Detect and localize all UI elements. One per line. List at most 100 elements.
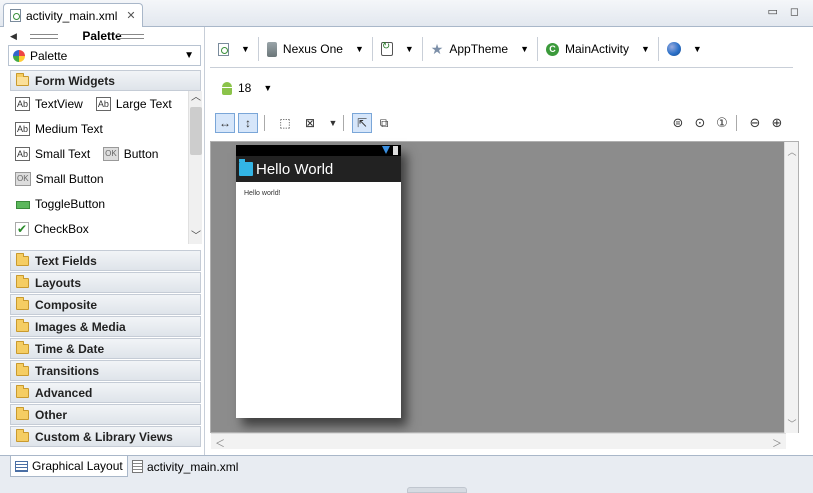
scroll-thumb[interactable] — [190, 107, 202, 155]
toolbar-separator — [736, 115, 737, 131]
battery-icon — [393, 146, 398, 155]
category-label: Transitions — [35, 363, 100, 378]
close-icon[interactable]: ✕ — [126, 9, 135, 22]
scroll-up-icon[interactable]: ︿ — [189, 91, 202, 105]
widget-medium-text[interactable]: Medium Text — [35, 122, 103, 136]
tab-label: Graphical Layout — [32, 459, 123, 473]
canvas-vertical-scrollbar[interactable]: ︿ ﹀ — [784, 142, 798, 433]
activity-chooser[interactable]: C MainActivity ▼ — [538, 37, 659, 61]
show-margins-icon[interactable]: ⬚ — [275, 113, 295, 133]
theme-chooser[interactable]: ★ AppTheme ▼ — [423, 37, 538, 61]
tab-graphical-layout[interactable]: Graphical Layout — [10, 456, 128, 477]
gravity-center-icon[interactable]: ⧉ — [374, 113, 394, 133]
widget-small-text[interactable]: Small Text — [35, 147, 90, 161]
api-level-chooser[interactable]: 18 ▼ — [210, 77, 272, 99]
api-level-label: 18 — [238, 81, 252, 95]
minimize-icon[interactable]: ▭ — [767, 5, 777, 18]
chevron-down-icon: ▼ — [241, 44, 250, 54]
widget-row: ✔ CheckBox — [10, 216, 202, 241]
category-time-date[interactable]: Time & Date — [10, 338, 201, 359]
palette-selector[interactable]: Palette ▼ — [8, 45, 201, 66]
category-composite[interactable]: Composite — [10, 294, 201, 315]
canvas-horizontal-scrollbar[interactable]: ＜ ＞ — [211, 433, 786, 450]
folder-icon — [16, 318, 29, 332]
distribute-weights-icon[interactable]: ⊠ — [300, 113, 320, 133]
action-bar[interactable]: Hello World — [236, 156, 401, 182]
zoom-real-size-icon[interactable]: ⊜ — [669, 114, 687, 132]
palette-header: ◀ Palette — [0, 27, 204, 45]
category-custom-library-views[interactable]: Custom & Library Views — [10, 426, 201, 447]
scroll-down-icon[interactable]: ﹀ — [785, 417, 799, 430]
layout-area: ▼ Nexus One ▼ ▼ ★ AppTheme ▼ C MainActiv… — [210, 27, 808, 455]
panel-resize-handle[interactable] — [407, 487, 467, 493]
zoom-100-icon[interactable]: ① — [713, 114, 731, 132]
activity-label: MainActivity — [564, 42, 629, 56]
configuration-toolbar: ▼ Nexus One ▼ ▼ ★ AppTheme ▼ C MainActiv… — [210, 35, 793, 63]
scroll-left-icon[interactable]: ＜ — [215, 435, 225, 450]
scroll-up-icon[interactable]: ︿ — [785, 145, 799, 158]
widget-row: OK Small Button — [10, 166, 202, 191]
phone-icon — [266, 41, 277, 57]
gravity-left-icon[interactable]: ⇱ — [352, 113, 372, 133]
toolbar-separator — [343, 115, 344, 131]
widget-checkbox[interactable]: CheckBox — [34, 222, 89, 236]
star-icon: ★ — [430, 40, 444, 57]
chevron-down-icon: ▼ — [404, 44, 414, 54]
category-text-fields[interactable]: Text Fields — [10, 250, 201, 271]
widget-large-text[interactable]: Large Text — [116, 97, 172, 111]
zoom-in-icon[interactable]: ⊕ — [768, 114, 786, 132]
orientation-chooser[interactable]: ▼ — [373, 37, 423, 61]
widget-row: ToggleButton — [10, 191, 202, 216]
chevron-down-icon[interactable]: ▼ — [323, 113, 343, 133]
category-transitions[interactable]: Transitions — [10, 360, 201, 381]
chevron-down-icon: ▼ — [184, 50, 194, 61]
editor-tab-activity-main[interactable]: activity_main.xml ✕ — [3, 3, 143, 27]
category-label: Images & Media — [35, 319, 126, 334]
widget-button[interactable]: Button — [124, 147, 159, 161]
locale-chooser[interactable]: ▼ — [659, 37, 710, 61]
activity-icon: C — [545, 42, 559, 56]
chevron-down-icon: ▼ — [354, 44, 364, 54]
tab-xml-source[interactable]: activity_main.xml — [128, 456, 242, 477]
textview-icon: Ab — [15, 96, 31, 111]
widget-row: Ab Medium Text — [10, 116, 202, 141]
toggle-height-icon[interactable]: ↕ — [238, 113, 258, 133]
chevron-down-icon: ▼ — [641, 44, 650, 54]
category-images-media[interactable]: Images & Media — [10, 316, 201, 337]
device-chooser[interactable]: Nexus One ▼ — [259, 37, 373, 61]
layout-editor: ◀ Palette Palette ▼ Form Widgets Ab Text… — [0, 27, 813, 455]
layout-canvas[interactable]: Hello World Hello world! ︿ ﹀ ＜ ＞ — [210, 141, 799, 450]
configuration-chooser[interactable]: ▼ — [210, 37, 259, 61]
grip-right-icon — [116, 34, 144, 39]
widget-row: Ab TextView Ab Large Text — [10, 91, 202, 116]
scroll-down-icon[interactable]: ﹀ — [189, 230, 202, 244]
graphical-layout-icon — [15, 460, 28, 472]
zoom-fit-icon[interactable]: ⊙ — [691, 114, 709, 132]
zoom-out-icon[interactable]: ⊖ — [746, 114, 764, 132]
maximize-icon[interactable]: ◻ — [790, 5, 799, 18]
device-preview[interactable]: Hello World Hello world! — [236, 145, 401, 418]
widget-list-scrollbar[interactable]: ︿ ﹀ — [188, 91, 202, 244]
folder-icon — [16, 428, 29, 442]
category-advanced[interactable]: Advanced — [10, 382, 201, 403]
device-label: Nexus One — [282, 42, 343, 56]
editor-tab-label: activity_main.xml — [26, 8, 118, 23]
category-form-widgets[interactable]: Form Widgets — [10, 70, 201, 91]
scroll-right-icon[interactable]: ＞ — [772, 435, 782, 450]
category-layouts[interactable]: Layouts — [10, 272, 201, 293]
category-label: Composite — [35, 297, 98, 312]
widget-list: Ab TextView Ab Large Text Ab Medium Text… — [10, 91, 202, 244]
hello-world-textview[interactable]: Hello world! — [236, 182, 401, 197]
layout-actions-toolbar: ↔ ↕ ⬚ ⊠ ▼ ⇱ ⧉ ⊜ ⊙ ① ⊖ ⊕ — [210, 113, 800, 135]
collapse-arrow-icon[interactable]: ◀ — [10, 31, 17, 42]
chevron-down-icon: ▼ — [520, 44, 529, 54]
category-other[interactable]: Other — [10, 404, 201, 425]
folder-open-icon — [16, 72, 29, 86]
widget-toggle-button[interactable]: ToggleButton — [35, 197, 105, 211]
toolbar-separator — [264, 115, 265, 131]
widget-small-button[interactable]: Small Button — [36, 172, 104, 186]
configuration-icon — [218, 42, 229, 56]
widget-textview[interactable]: TextView — [35, 97, 83, 111]
folder-icon — [16, 252, 29, 266]
toggle-width-icon[interactable]: ↔ — [215, 113, 235, 133]
